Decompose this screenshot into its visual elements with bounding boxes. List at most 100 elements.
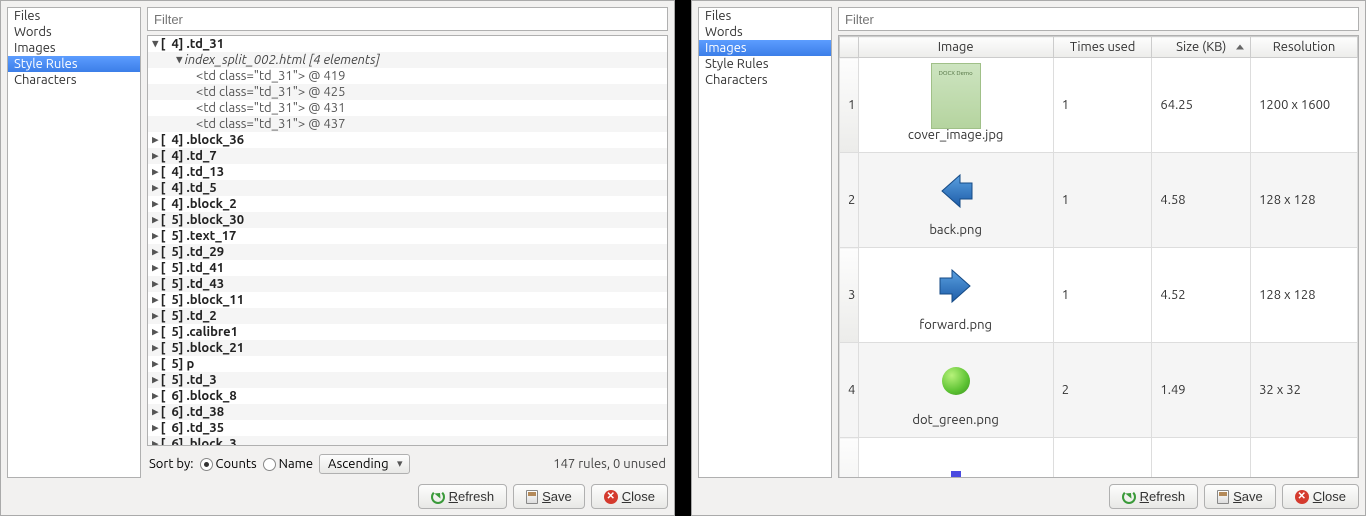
refresh-button[interactable]: Refresh bbox=[1109, 484, 1199, 509]
disclosure-closed-icon[interactable] bbox=[152, 340, 159, 356]
tree-row[interactable]: [ 5] .td_41 bbox=[148, 260, 667, 276]
disclosure-closed-icon[interactable] bbox=[152, 276, 159, 292]
tree-row[interactable]: [ 6] .block_3 bbox=[148, 436, 667, 446]
disclosure-closed-icon[interactable] bbox=[152, 212, 159, 228]
disclosure-closed-icon[interactable] bbox=[152, 420, 159, 436]
sidebar-item-style-rules[interactable]: Style Rules bbox=[8, 56, 140, 72]
disclosure-closed-icon[interactable] bbox=[152, 164, 159, 180]
tree-row[interactable]: [ 5] .block_11 bbox=[148, 292, 667, 308]
disclosure-closed-icon[interactable] bbox=[152, 308, 159, 324]
tree-row[interactable]: [ 5] p bbox=[148, 356, 667, 372]
table-row[interactable]: 3forward.png14.52128 x 128 bbox=[840, 248, 1358, 343]
close-button[interactable]: ✕Close bbox=[1282, 484, 1359, 509]
disclosure-closed-icon[interactable] bbox=[152, 436, 159, 446]
rules-tree[interactable]: [ 4] .td_31 index_split_002.html [4 elem… bbox=[147, 35, 668, 446]
sidebar-item-characters[interactable]: Characters bbox=[699, 72, 831, 88]
image-filename: dot_green.png bbox=[912, 413, 999, 427]
refresh-icon bbox=[1122, 490, 1136, 504]
disclosure-closed-icon[interactable] bbox=[152, 244, 159, 260]
image-filename: back.png bbox=[929, 223, 982, 237]
table-row[interactable]: 1DOCX Democover_image.jpg164.251200 x 16… bbox=[840, 58, 1358, 153]
tree-row[interactable]: [ 4] .block_36 bbox=[148, 132, 667, 148]
row-number: 3 bbox=[840, 248, 859, 343]
images-table[interactable]: ImageTimes usedSize (KB)Resolution 1DOCX… bbox=[839, 36, 1358, 478]
disclosure-closed-icon[interactable] bbox=[152, 148, 159, 164]
sidebar-item-words[interactable]: Words bbox=[699, 24, 831, 40]
column-header[interactable]: Times used bbox=[1053, 37, 1152, 58]
tree-row[interactable]: <td class="td_31"> @ 425 bbox=[148, 84, 667, 100]
sidebar-item-files[interactable]: Files bbox=[8, 8, 140, 24]
disclosure-closed-icon[interactable] bbox=[152, 372, 159, 388]
disclosure-closed-icon[interactable] bbox=[152, 180, 159, 196]
sidebar-item-files[interactable]: Files bbox=[699, 8, 831, 24]
tree-row[interactable]: [ 5] .td_3 bbox=[148, 372, 667, 388]
tree-row[interactable]: index_split_002.html [4 elements] bbox=[148, 52, 667, 68]
disclosure-closed-icon[interactable] bbox=[152, 292, 159, 308]
tree-row[interactable]: [ 5] .td_43 bbox=[148, 276, 667, 292]
disclosure-closed-icon[interactable] bbox=[152, 260, 159, 276]
panel-style-rules: FilesWordsImagesStyle RulesCharacters [ … bbox=[0, 0, 675, 516]
tree-row[interactable]: [ 4] .td_31 bbox=[148, 36, 667, 52]
image-cell: DOCX Democover_image.jpg bbox=[858, 58, 1053, 153]
column-header[interactable]: Resolution bbox=[1251, 37, 1358, 58]
tree-row[interactable]: [ 4] .block_2 bbox=[148, 196, 667, 212]
tree-row[interactable]: [ 5] .block_30 bbox=[148, 212, 667, 228]
sidebar-item-images[interactable]: Images bbox=[699, 40, 831, 56]
disclosure-closed-icon[interactable] bbox=[152, 324, 159, 340]
size-cell: 1.49 bbox=[1152, 343, 1251, 438]
sort-order-combo[interactable]: Ascending bbox=[319, 454, 410, 474]
filter-input[interactable] bbox=[147, 7, 668, 31]
column-header[interactable]: Image bbox=[858, 37, 1053, 58]
times-used-cell: 1 bbox=[1053, 58, 1152, 153]
save-button[interactable]: Save bbox=[1204, 484, 1276, 509]
sidebar-item-words[interactable]: Words bbox=[8, 24, 140, 40]
image-cell: back.png bbox=[858, 153, 1053, 248]
disclosure-open-icon[interactable] bbox=[152, 36, 159, 52]
sidebar-item-images[interactable]: Images bbox=[8, 40, 140, 56]
disclosure-closed-icon[interactable] bbox=[152, 228, 159, 244]
table-row[interactable]: 4dot_green.png21.4932 x 32 bbox=[840, 343, 1358, 438]
tree-row[interactable]: [ 6] .block_8 bbox=[148, 388, 667, 404]
close-button[interactable]: ✕Close bbox=[591, 484, 668, 509]
times-used-cell: 1 bbox=[1053, 438, 1152, 479]
sort-counts-radio[interactable]: Counts bbox=[200, 457, 257, 471]
column-header[interactable]: Size (KB) bbox=[1152, 37, 1251, 58]
tree-row[interactable]: <td class="td_31"> @ 431 bbox=[148, 100, 667, 116]
times-used-cell: 1 bbox=[1053, 248, 1152, 343]
image-cell: forward.png bbox=[858, 248, 1053, 343]
sort-name-radio[interactable]: Name bbox=[263, 457, 313, 471]
tree-row[interactable]: [ 5] .block_21 bbox=[148, 340, 667, 356]
disclosure-closed-icon[interactable] bbox=[152, 132, 159, 148]
disclosure-closed-icon[interactable] bbox=[152, 388, 159, 404]
tree-row[interactable]: [ 6] .td_35 bbox=[148, 420, 667, 436]
tree-row[interactable]: [ 4] .td_5 bbox=[148, 180, 667, 196]
disclosure-closed-icon[interactable] bbox=[152, 196, 159, 212]
resolution-cell: 12 x 12 bbox=[1251, 438, 1358, 479]
disclosure-closed-icon[interactable] bbox=[152, 356, 159, 372]
disclosure-open-icon[interactable] bbox=[176, 52, 183, 68]
disclosure-closed-icon[interactable] bbox=[152, 404, 159, 420]
save-button[interactable]: Save bbox=[513, 484, 585, 509]
tree-row[interactable]: <td class="td_31"> @ 437 bbox=[148, 116, 667, 132]
image-filename: cover_image.jpg bbox=[908, 128, 1004, 142]
tree-row[interactable]: [ 5] .text_17 bbox=[148, 228, 667, 244]
cover-thumbnail: DOCX Demo bbox=[931, 63, 981, 129]
tree-row[interactable]: [ 4] .td_7 bbox=[148, 148, 667, 164]
tree-row[interactable]: [ 5] .td_2 bbox=[148, 308, 667, 324]
sidebar-item-style-rules[interactable]: Style Rules bbox=[699, 56, 831, 72]
sidebar-item-characters[interactable]: Characters bbox=[8, 72, 140, 88]
table-row[interactable]: 5image1.gif10.3012 x 12 bbox=[840, 438, 1358, 479]
row-number-header bbox=[840, 37, 859, 58]
tree-row[interactable]: <td class="td_31"> @ 419 bbox=[148, 68, 667, 84]
button-row: Refresh Save ✕Close bbox=[1, 478, 674, 515]
tree-row[interactable]: [ 4] .td_13 bbox=[148, 164, 667, 180]
filter-input[interactable] bbox=[838, 7, 1359, 31]
row-number: 5 bbox=[840, 438, 859, 479]
refresh-button[interactable]: Refresh bbox=[418, 484, 508, 509]
tiny-blue-icon bbox=[951, 471, 961, 478]
table-row[interactable]: 2back.png14.58128 x 128 bbox=[840, 153, 1358, 248]
tree-row[interactable]: [ 6] .td_38 bbox=[148, 404, 667, 420]
tree-row[interactable]: [ 5] .td_29 bbox=[148, 244, 667, 260]
rules-status: 147 rules, 0 unused bbox=[553, 457, 666, 471]
tree-row[interactable]: [ 5] .calibre1 bbox=[148, 324, 667, 340]
